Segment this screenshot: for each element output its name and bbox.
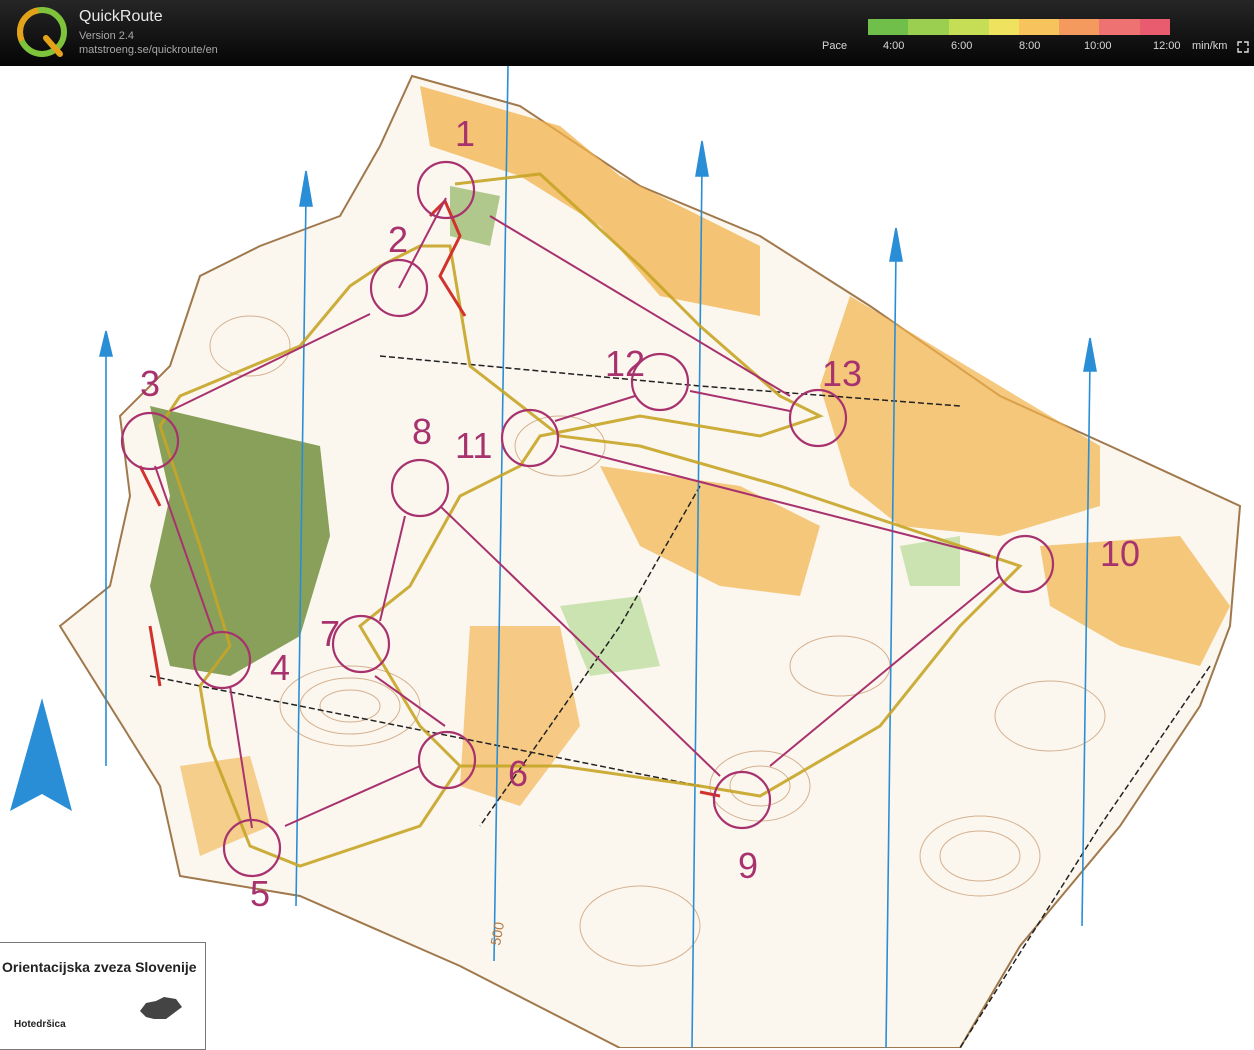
pace-tick: 6:00: [951, 40, 973, 52]
control-number: 7: [320, 613, 340, 654]
pace-scale-cell: [978, 19, 989, 35]
slovenia-map-icon: [140, 997, 182, 1019]
pace-scale-cell: [1008, 19, 1019, 35]
app-name: QuickRoute: [79, 8, 163, 25]
pace-color-scale: [868, 19, 1170, 35]
app-url[interactable]: matstroeng.se/quickroute/en: [79, 44, 218, 56]
control-number: 12: [605, 343, 645, 384]
pace-unit: min/km: [1192, 40, 1228, 52]
expand-icon[interactable]: [1236, 40, 1250, 54]
place-name: Hotedršica: [14, 1019, 66, 1030]
pace-scale-cell: [1109, 19, 1120, 35]
pace-scale-cell: [878, 19, 889, 35]
pace-scale-cell: [908, 19, 919, 35]
control-number: 3: [140, 363, 160, 404]
control-number: 10: [1100, 533, 1140, 574]
pace-scale-cell: [1018, 19, 1029, 35]
pace-tick: 10:00: [1084, 40, 1112, 52]
pace-scale-cell: [1069, 19, 1080, 35]
pace-label: Pace: [822, 40, 848, 52]
pace-scale-cell: [1039, 19, 1050, 35]
pace-scale-cell: [1149, 19, 1160, 35]
map-legend-box: Orientacijska zveza Slovenije Hotedršica: [0, 942, 206, 1050]
app-version: Version 2.4: [79, 30, 135, 42]
pace-scale-cell: [958, 19, 969, 35]
pace-scale-cell: [1099, 19, 1110, 35]
pace-scale-cell: [948, 19, 959, 35]
pace-scale-cell: [1129, 19, 1140, 35]
control-number: 9: [738, 845, 758, 886]
control-number: 8: [412, 411, 432, 452]
quickroute-logo-icon: [17, 7, 67, 57]
pace-scale-cell: [1079, 19, 1090, 35]
pace-scale-cell: [868, 19, 879, 35]
control-number: 6: [508, 753, 528, 794]
pace-scale-cell: [938, 19, 949, 35]
control-number: 11: [455, 425, 492, 466]
pace-scale-cell: [1119, 19, 1130, 35]
control-number: 2: [388, 219, 408, 260]
control-number: 13: [822, 353, 862, 394]
control-number: 1: [455, 113, 475, 154]
pace-scale-cell: [1089, 19, 1100, 35]
pace-scale-cell: [988, 19, 999, 35]
pace-scale-cell: [1029, 19, 1040, 35]
pace-scale-cell: [1139, 19, 1150, 35]
control-number: 4: [270, 647, 290, 688]
federation-name: Orientacijska zveza Slovenije: [2, 959, 197, 975]
pace-scale-cell: [1049, 19, 1060, 35]
pace-scale-cell: [1159, 19, 1170, 35]
pace-scale-cell: [898, 19, 909, 35]
pace-scale-cell: [968, 19, 979, 35]
control-number: 5: [250, 873, 270, 914]
pace-tick: 8:00: [1019, 40, 1041, 52]
pace-scale-cell: [1059, 19, 1070, 35]
pace-tick: 12:00: [1153, 40, 1181, 52]
pace-tick: 4:00: [883, 40, 905, 52]
north-arrow-icon: [10, 698, 72, 811]
pace-scale-cell: [918, 19, 929, 35]
pace-scale-cell: [928, 19, 939, 35]
pace-scale-cell: [998, 19, 1009, 35]
orienteering-map[interactable]: 123456789101112 13 500: [0, 66, 1254, 1048]
title-bar: QuickRoute Version 2.4 matstroeng.se/qui…: [0, 0, 1254, 66]
pace-scale-cell: [888, 19, 899, 35]
